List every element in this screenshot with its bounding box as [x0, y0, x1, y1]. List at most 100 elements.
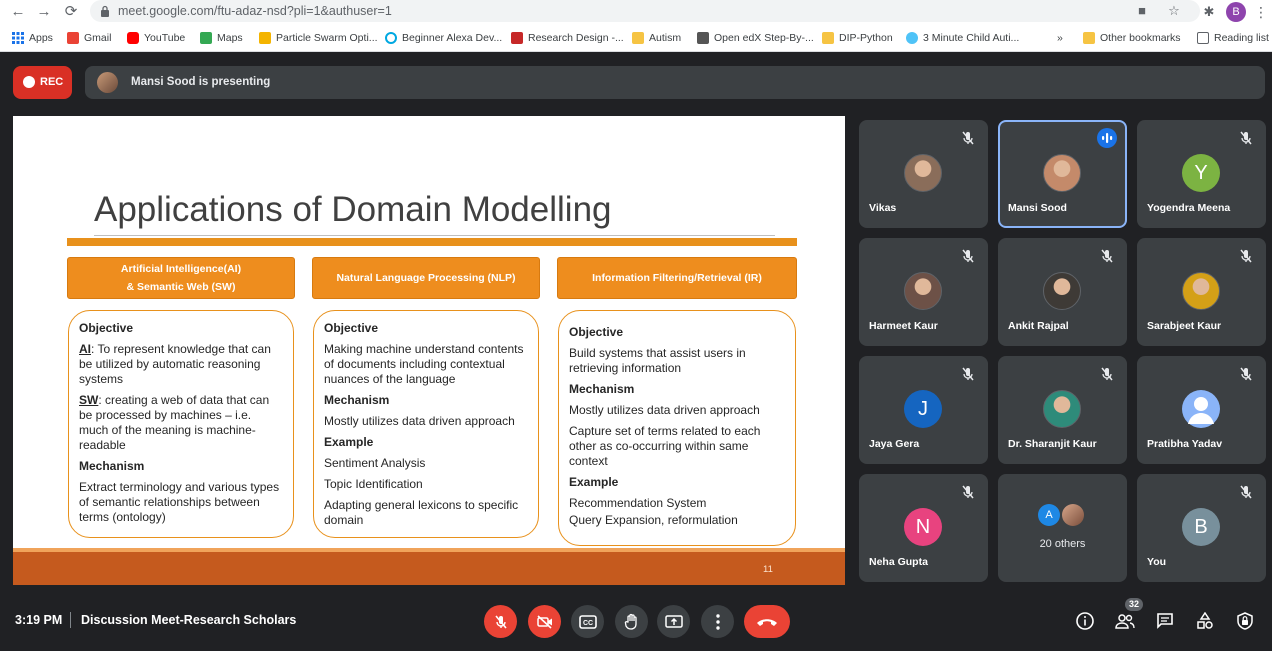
forward-arrow-icon[interactable]: → [34, 2, 54, 22]
bookmark-child-autism[interactable]: 3 Minute Child Auti... [906, 30, 1019, 46]
chrome-menu-icon[interactable]: ⋮ [1254, 2, 1268, 22]
list-item: Sentiment Analysis [324, 456, 426, 470]
bookmark-autism[interactable]: Autism [632, 30, 681, 46]
participant-tile[interactable]: Vikas [859, 120, 988, 228]
bookmark-youtube[interactable]: YouTube [127, 30, 185, 46]
participant-tile[interactable]: Harmeet Kaur [859, 238, 988, 346]
participant-name: You [1147, 556, 1167, 568]
star-icon[interactable]: ☆ [1166, 3, 1182, 19]
bookmark-dip-python[interactable]: DIP-Python [822, 30, 893, 46]
slide-footer [13, 552, 845, 585]
camera-off-icon [536, 614, 552, 629]
participant-tile[interactable]: N Neha Gupta [859, 474, 988, 582]
reading-list-icon [1197, 32, 1209, 44]
mic-off-icon [494, 614, 507, 629]
participant-name: Vikas [869, 202, 897, 214]
bookmark-apps[interactable]: Apps [12, 30, 53, 46]
mic-muted-icon [960, 366, 976, 382]
avatar [1043, 272, 1081, 310]
hang-up-icon [757, 618, 777, 626]
participant-name: Neha Gupta [869, 556, 928, 568]
shapes-icon [1197, 612, 1213, 629]
others-avatars: A [1038, 504, 1088, 526]
bookmark-open-edx[interactable]: Open edX Step-By-... [697, 30, 814, 46]
bookmarks-overflow[interactable]: » [1057, 30, 1063, 46]
default-person-avatar [1182, 390, 1220, 428]
list-item: Adapting general lexicons to specific do… [324, 498, 519, 527]
participant-tile[interactable]: Dr. Sharanjit Kaur [998, 356, 1127, 464]
browser-toolbar: ← → ⟳ meet.google.com/ftu-adaz-nsd?pli=1… [0, 0, 1272, 24]
info-icon [1076, 612, 1094, 630]
participant-name: Harmeet Kaur [869, 320, 938, 332]
captions-button[interactable]: CC [571, 605, 604, 638]
participant-tile[interactable]: B You [1137, 474, 1266, 582]
bookmark-particle-swarm[interactable]: Particle Swarm Opti... [259, 30, 378, 46]
bookmarks-bar: Apps Gmail YouTube Maps Particle Swarm O… [0, 24, 1272, 52]
list-item: Topic Identification [324, 477, 423, 491]
bookmark-other[interactable]: Other bookmarks [1083, 30, 1181, 46]
participant-name: Yogendra Meena [1147, 202, 1231, 214]
mic-muted-icon [1238, 484, 1254, 500]
mic-muted-icon [960, 130, 976, 146]
raise-hand-button[interactable] [615, 605, 648, 638]
people-icon [1115, 614, 1135, 629]
title-accent-bar [67, 238, 797, 246]
present-icon [664, 614, 683, 628]
extensions-icon[interactable]: ✱ [1201, 4, 1217, 20]
participant-tile[interactable]: Y Yogendra Meena [1137, 120, 1266, 228]
bookmark-gmail[interactable]: Gmail [67, 30, 111, 46]
chat-button[interactable] [1153, 609, 1177, 633]
profile-avatar[interactable]: B [1226, 2, 1246, 22]
bookmark-favicon-icon [906, 32, 918, 44]
bookmark-favicon-icon [697, 32, 709, 44]
participant-tile[interactable]: Ankit Rajpal [998, 238, 1127, 346]
more-options-button[interactable] [701, 605, 734, 638]
camera-icon[interactable]: ■ [1134, 3, 1150, 19]
mic-muted-icon [1238, 366, 1254, 382]
slide-title: Applications of Domain Modelling [94, 190, 612, 229]
people-count-badge: 32 [1125, 598, 1143, 611]
present-screen-button[interactable] [657, 605, 690, 638]
mic-toggle-button[interactable] [484, 605, 517, 638]
column-header-ir: Information Filtering/Retrieval (IR) [557, 257, 797, 299]
apps-grid-icon [12, 32, 24, 44]
folder-icon [1083, 32, 1095, 44]
address-bar[interactable]: meet.google.com/ftu-adaz-nsd?pli=1&authu… [90, 0, 1200, 22]
meeting-info-button[interactable] [1073, 609, 1097, 633]
chat-icon [1157, 613, 1173, 629]
mic-muted-icon [1238, 248, 1254, 264]
others-tile[interactable]: A 20 others [998, 474, 1127, 582]
bookmark-research-design[interactable]: Research Design -... [511, 30, 624, 46]
participant-tile[interactable]: Mansi Sood [998, 120, 1127, 228]
participant-tile[interactable]: J Jaya Gera [859, 356, 988, 464]
folder-icon [632, 32, 644, 44]
back-arrow-icon[interactable]: ← [8, 2, 28, 22]
camera-toggle-button[interactable] [528, 605, 561, 638]
participant-tile[interactable]: Pratibha Yadav [1137, 356, 1266, 464]
people-button[interactable] [1113, 609, 1137, 633]
record-dot-icon [23, 76, 35, 88]
reload-icon[interactable]: ⟳ [61, 2, 81, 22]
ai-objective: AI: To represent knowledge that can be u… [79, 342, 271, 386]
recording-indicator[interactable]: REC [13, 66, 72, 99]
presenting-text: Mansi Sood is presenting [131, 76, 271, 88]
bookmark-alexa[interactable]: Beginner Alexa Dev... [385, 30, 502, 46]
participant-name: Pratibha Yadav [1147, 438, 1223, 450]
bookmark-maps[interactable]: Maps [200, 30, 243, 46]
participant-name: Sarabjeet Kaur [1147, 320, 1222, 332]
mic-muted-icon [960, 248, 976, 264]
avatar [904, 272, 942, 310]
reading-list[interactable]: Reading list [1197, 30, 1269, 46]
hand-icon [624, 613, 637, 630]
participant-tile[interactable]: Sarabjeet Kaur [1137, 238, 1266, 346]
participant-name: Jaya Gera [869, 438, 920, 450]
presenter-avatar [97, 72, 118, 93]
participant-name: Dr. Sharanjit Kaur [1008, 438, 1097, 450]
activities-button[interactable] [1193, 609, 1217, 633]
meeting-title: Discussion Meet-Research Scholars [81, 613, 297, 627]
list-item: Query Expansion, reformulation [569, 513, 738, 527]
mic-muted-icon [1099, 366, 1115, 382]
avatar: Y [1182, 154, 1220, 192]
host-controls-button[interactable] [1233, 609, 1257, 633]
leave-call-button[interactable] [744, 605, 790, 638]
